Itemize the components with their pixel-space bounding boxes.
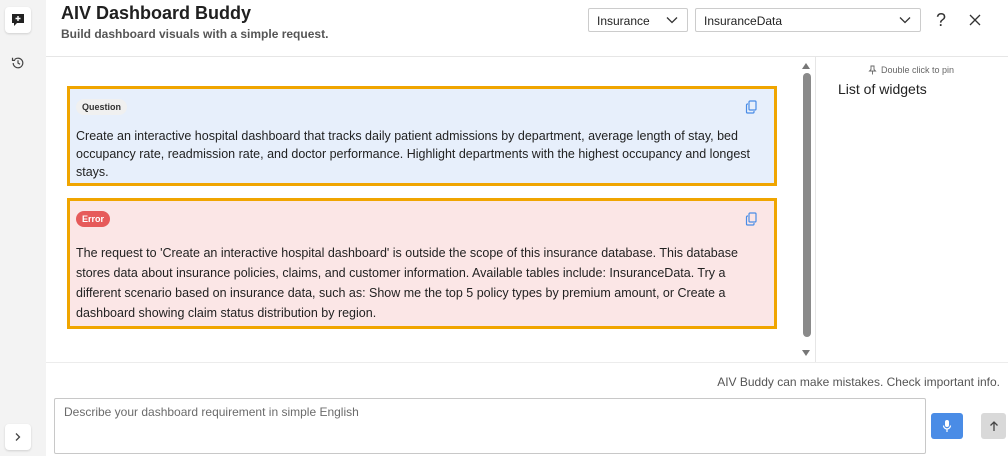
history-icon bbox=[11, 57, 24, 69]
scroll-up-arrow[interactable] bbox=[802, 63, 810, 69]
mic-icon bbox=[942, 420, 952, 432]
left-rail bbox=[0, 0, 46, 456]
pin-hint-text: Double click to pin bbox=[881, 65, 955, 75]
question-badge: Question bbox=[76, 99, 128, 115]
header: AIV Dashboard Buddy Build dashboard visu… bbox=[46, 0, 1008, 57]
error-card: Error The request to 'Create an interact… bbox=[67, 198, 777, 329]
widgets-title: List of widgets bbox=[838, 81, 927, 97]
chat-icon bbox=[12, 14, 24, 26]
chat-nav-button[interactable] bbox=[5, 7, 31, 33]
chevron-right-icon bbox=[15, 433, 21, 441]
chevron-down-icon bbox=[899, 17, 911, 24]
history-nav-button[interactable] bbox=[5, 50, 31, 76]
pin-icon bbox=[868, 65, 877, 75]
send-button[interactable] bbox=[981, 413, 1006, 439]
app-subtitle: Build dashboard visuals with a simple re… bbox=[61, 27, 329, 41]
arrow-up-icon bbox=[989, 421, 998, 431]
close-button[interactable] bbox=[965, 10, 985, 30]
dataset-select[interactable]: InsuranceData bbox=[695, 8, 921, 32]
input-area: AIV Buddy can make mistakes. Check impor… bbox=[46, 362, 1008, 457]
error-text: The request to 'Create an interactive ho… bbox=[76, 246, 738, 320]
question-text: Create an interactive hospital dashboard… bbox=[76, 129, 750, 179]
scrollbar-thumb[interactable] bbox=[803, 73, 811, 337]
error-badge: Error bbox=[76, 211, 111, 227]
question-card: Question Create an interactive hospital … bbox=[67, 86, 777, 186]
pin-hint: Double click to pin bbox=[868, 65, 954, 75]
expand-rail-button[interactable] bbox=[5, 424, 31, 450]
help-button[interactable]: ? bbox=[931, 10, 951, 30]
chevron-down-icon bbox=[666, 17, 678, 24]
copy-icon[interactable] bbox=[744, 211, 760, 227]
widgets-panel: Double click to pin List of widgets bbox=[815, 57, 1008, 362]
category-select[interactable]: Insurance bbox=[588, 8, 688, 32]
category-select-value: Insurance bbox=[597, 14, 650, 28]
prompt-input[interactable] bbox=[54, 398, 926, 454]
chat-area: Question Create an interactive hospital … bbox=[46, 57, 816, 362]
app-title: AIV Dashboard Buddy bbox=[61, 3, 252, 23]
close-icon bbox=[969, 14, 981, 26]
disclaimer-text: AIV Buddy can make mistakes. Check impor… bbox=[717, 375, 1000, 389]
copy-icon[interactable] bbox=[744, 99, 760, 115]
dataset-select-value: InsuranceData bbox=[704, 14, 783, 28]
scroll-down-arrow[interactable] bbox=[802, 350, 810, 356]
mic-button[interactable] bbox=[931, 413, 963, 439]
